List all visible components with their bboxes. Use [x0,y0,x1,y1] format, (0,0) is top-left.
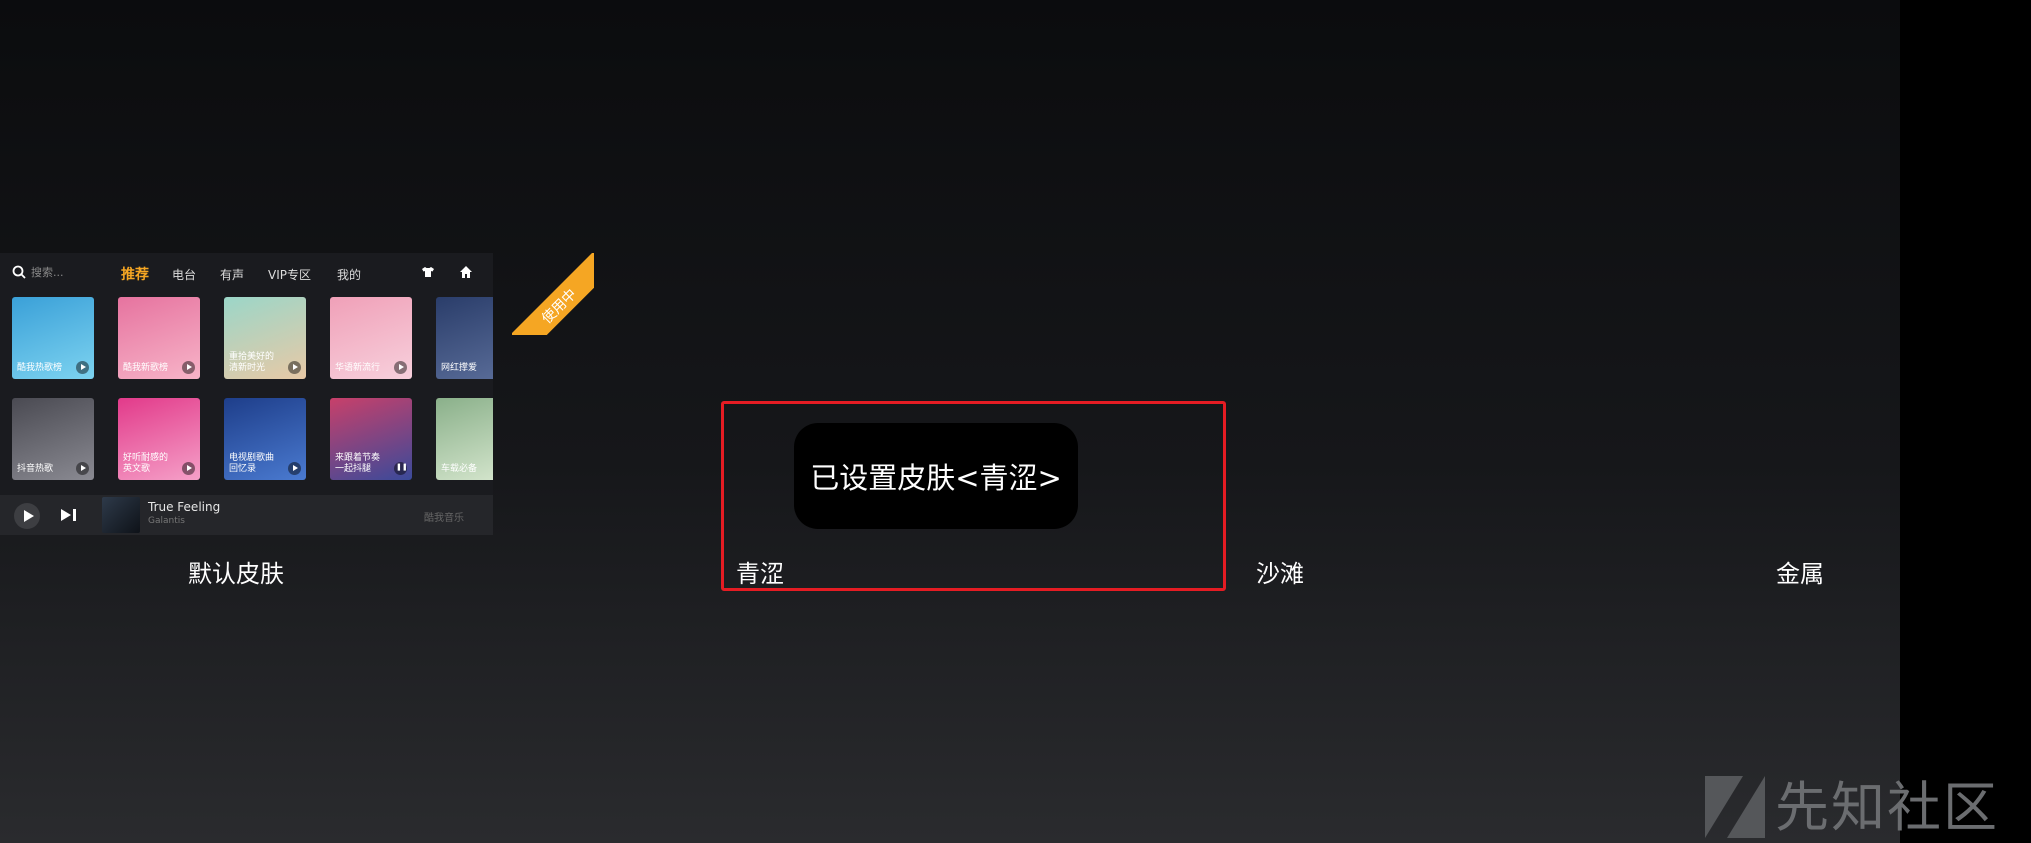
preview-search: 搜索... [12,264,64,280]
tile-label: 电视剧歌曲 回忆录 [229,453,275,474]
search-icon [12,265,26,279]
tile-label: 车载必备 [441,464,478,474]
playlist-tile: 好听耐感的 英文歌 [118,398,200,480]
skin-beach-label[interactable]: 沙滩 [1256,554,1304,589]
play-icon [182,462,195,475]
playlist-tile: 网红撑爱 [436,297,493,379]
preview-nav-bar: 搜索... 推荐 电台 有声 VIP专区 我的 [0,253,493,293]
track-artist: Galantis [148,516,185,526]
skin-set-toast: 已设置皮肤<青涩> [794,423,1078,529]
ribbon-label: 使用中 [538,286,581,328]
tab-vip: VIP专区 [268,268,311,282]
play-icon [182,361,195,374]
tile-label: 来跟着节奏 一起抖腿 [335,453,381,474]
playlist-tile: 电视剧歌曲 回忆录 [224,398,306,480]
tab-recommend: 推荐 [121,267,149,283]
right-black-bar [1900,0,2031,843]
play-icon [288,361,301,374]
tile-label: 酷我新歌榜 [123,363,169,373]
skin-metal-label[interactable]: 金属 [1776,554,1824,589]
play-icon [76,361,89,374]
tab-audio: 有声 [220,268,245,282]
shirt-icon [422,267,434,277]
search-placeholder: 搜索... [31,266,64,279]
default-skin-preview[interactable]: 搜索... 推荐 电台 有声 VIP专区 我的 酷我热歌榜 酷我新歌榜 重拾美好… [0,253,493,535]
watermark: 先知社区 [1703,766,1999,839]
playlist-tile: 酷我热歌榜 [12,297,94,379]
playlist-tile: 重拾美好的 清新时光 [224,297,306,379]
toast-message: 已设置皮肤<青涩> [810,461,1062,495]
preview-player-bar: True Feeling Galantis 酷我音乐 [0,495,493,535]
brand-label: 酷我音乐 [424,513,464,524]
play-icon [288,462,301,475]
tile-label: 抖音热歌 [17,464,54,474]
album-art [102,497,140,533]
watermark-logo-icon [1705,776,1765,838]
playlist-tile: 华语新流行 [330,297,412,379]
ribbon-band: 使用中 [512,253,594,335]
watermark-text: 先知社区 [1775,775,1999,839]
play-icon [394,361,407,374]
tab-mine: 我的 [337,268,362,282]
tab-radio: 电台 [172,268,197,282]
playlist-tile: 抖音热歌 [12,398,94,480]
tile-label: 重拾美好的 清新时光 [229,352,275,373]
skin-default-label[interactable]: 默认皮肤 [188,554,284,589]
home-icon [460,266,472,278]
in-use-ribbon: 使用中 [512,253,594,335]
next-track-icon [61,509,76,521]
playlist-tile: 酷我新歌榜 [118,297,200,379]
tile-label: 好听耐感的 英文歌 [123,453,169,474]
tile-label: 酷我热歌榜 [17,363,63,373]
playlist-tile: 车载必备 [436,398,493,480]
tile-label: 华语新流行 [335,363,381,373]
playlist-tile: 来跟着节奏 一起抖腿 [330,398,412,480]
play-icon [76,462,89,475]
track-title: True Feeling [148,500,221,514]
tile-label: 网红撑爱 [441,363,478,373]
play-icon [14,503,40,529]
pause-icon [394,462,408,475]
